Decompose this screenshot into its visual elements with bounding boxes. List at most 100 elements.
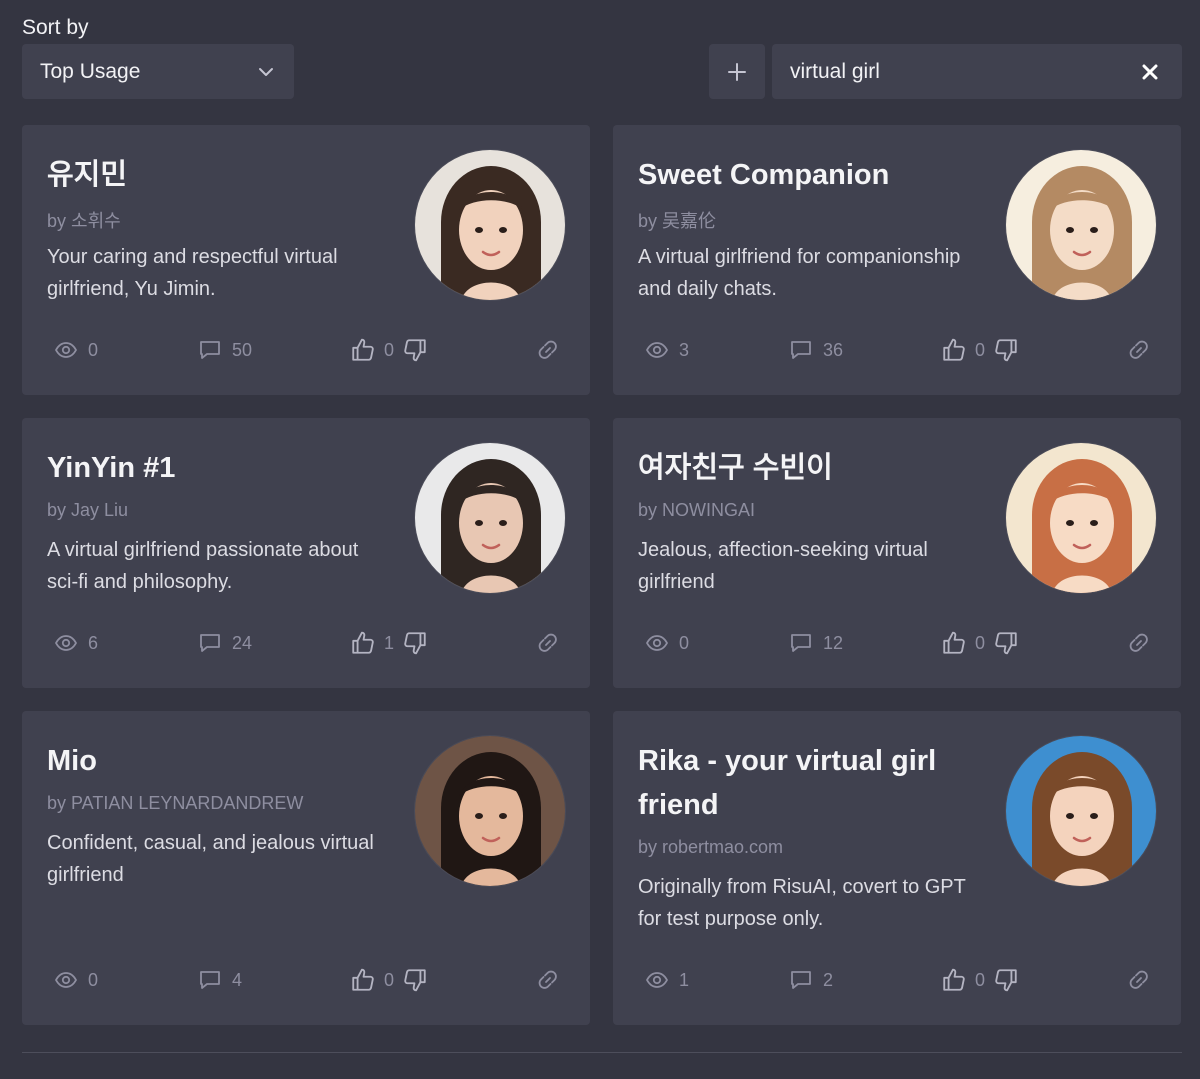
thumbs-down-icon[interactable] — [402, 337, 428, 363]
vote-controls: 0 — [941, 335, 1019, 365]
add-button[interactable] — [709, 44, 765, 99]
gpt-card[interactable]: 유지민 by 소휘수 Your caring and respectful virt… — [22, 125, 590, 395]
gpt-name: Mio — [47, 745, 97, 777]
thumbs-down-icon[interactable] — [402, 967, 428, 993]
gpt-author: by 소휘수 — [47, 211, 121, 231]
card-stats: 1 2 0 — [645, 965, 1151, 995]
thumbs-up-icon[interactable] — [350, 630, 376, 656]
card-stats: 0 50 0 — [54, 335, 560, 365]
chat-bubble-icon — [791, 341, 811, 359]
views-count: 0 — [88, 969, 99, 990]
thumbs-down-icon[interactable] — [993, 630, 1019, 656]
avatar-image — [415, 443, 565, 593]
link-icon[interactable] — [1127, 338, 1151, 362]
vote-controls: 0 — [941, 965, 1019, 995]
chat-bubble-icon — [200, 971, 220, 989]
card-stats: 6 24 1 — [54, 628, 560, 658]
chat-bubble-icon — [791, 971, 811, 989]
views-count: 3 — [679, 339, 690, 360]
chat-bubble-icon — [200, 634, 220, 652]
thumbs-up-icon[interactable] — [350, 967, 376, 993]
chat-bubble-icon — [791, 634, 811, 652]
chats-stat: 24 — [198, 628, 252, 658]
avatar-image — [415, 736, 565, 886]
eye-icon — [54, 342, 78, 358]
thumbs-up-icon[interactable] — [941, 967, 967, 993]
link-icon[interactable] — [536, 338, 560, 362]
gpt-name: 유지민 — [47, 159, 128, 191]
search-box[interactable] — [772, 44, 1182, 99]
sort-select[interactable]: Top Usage — [22, 44, 294, 99]
views-stat: 0 — [54, 965, 98, 995]
avatar-image — [1006, 443, 1156, 593]
likes-count: 0 — [975, 632, 986, 653]
avatar — [414, 149, 566, 301]
views-stat: 1 — [645, 965, 689, 995]
likes-count: 0 — [975, 969, 986, 990]
avatar — [1005, 442, 1157, 594]
link-icon[interactable] — [1127, 631, 1151, 655]
avatar — [1005, 735, 1157, 887]
share-link[interactable] — [1127, 965, 1151, 995]
close-icon[interactable] — [1140, 62, 1160, 82]
chats-count: 36 — [823, 339, 844, 360]
eye-icon — [645, 635, 669, 651]
gpt-description: Jealous, affection-seeking virtual girlf… — [638, 539, 928, 593]
likes-count: 1 — [384, 632, 395, 653]
thumbs-down-icon[interactable] — [993, 967, 1019, 993]
avatar — [414, 442, 566, 594]
likes-count: 0 — [975, 339, 986, 360]
gpt-description: Your caring and respectful virtual girlf… — [47, 246, 338, 300]
gpt-card[interactable]: 여자친구 수빈이 by NOWINGAI Jealous, affection-se… — [613, 418, 1181, 688]
gpt-author: by PATIAN LEYNARDANDREW — [47, 793, 304, 813]
thumbs-down-icon[interactable] — [402, 630, 428, 656]
gpt-author: by NOWINGAI — [638, 500, 756, 520]
gpt-name: Sweet Companion — [638, 159, 890, 191]
views-stat: 3 — [645, 335, 689, 365]
link-icon[interactable] — [1127, 968, 1151, 992]
likes-count: 0 — [384, 969, 395, 990]
search-input[interactable] — [790, 59, 1110, 84]
thumbs-up-icon[interactable] — [941, 337, 967, 363]
gpt-name: 여자친구 수빈이 — [638, 452, 833, 484]
chats-stat: 12 — [789, 628, 843, 658]
eye-icon — [645, 342, 669, 358]
views-count: 0 — [679, 632, 690, 653]
gpt-name: Rika - your virtual girl friend — [638, 745, 937, 821]
share-link[interactable] — [536, 965, 560, 995]
share-link[interactable] — [536, 628, 560, 658]
gpt-description: Originally from RisuAI, covert to GPT fo… — [638, 876, 966, 930]
views-stat: 0 — [645, 628, 689, 658]
gpt-card[interactable]: YinYin #1 by Jay Liu A virtual girlfriend … — [22, 418, 590, 688]
gpt-card[interactable]: Sweet Companion by 吴嘉伦 A virtual girlfrien… — [613, 125, 1181, 395]
avatar — [414, 735, 566, 887]
chats-count: 24 — [232, 632, 253, 653]
views-count: 0 — [88, 339, 99, 360]
chats-count: 2 — [823, 969, 834, 990]
avatar-image — [1006, 736, 1156, 886]
avatar — [1005, 149, 1157, 301]
gpt-author: by robertmao.com — [638, 837, 784, 857]
thumbs-down-icon[interactable] — [993, 337, 1019, 363]
gpt-name: YinYin #1 — [47, 452, 176, 484]
sort-by-label: Sort by — [22, 16, 89, 39]
share-link[interactable] — [536, 335, 560, 365]
chats-stat: 2 — [789, 965, 833, 995]
chats-count: 4 — [232, 969, 243, 990]
gpt-description: A virtual girlfriend for companionship a… — [638, 246, 961, 300]
gpt-card[interactable]: Mio by PATIAN LEYNARDANDREW Confident, cas… — [22, 711, 590, 1025]
eye-icon — [54, 972, 78, 988]
share-link[interactable] — [1127, 628, 1151, 658]
share-link[interactable] — [1127, 335, 1151, 365]
link-icon[interactable] — [536, 631, 560, 655]
views-count: 6 — [88, 632, 99, 653]
vote-controls: 1 — [350, 628, 428, 658]
link-icon[interactable] — [536, 968, 560, 992]
divider — [22, 1052, 1182, 1053]
eye-icon — [54, 635, 78, 651]
gpt-card[interactable]: Rika - your virtual girl friend by robert… — [613, 711, 1181, 1025]
thumbs-up-icon[interactable] — [941, 630, 967, 656]
gpt-description: A virtual girlfriend passionate about sc… — [47, 539, 359, 593]
chats-stat: 36 — [789, 335, 843, 365]
thumbs-up-icon[interactable] — [350, 337, 376, 363]
